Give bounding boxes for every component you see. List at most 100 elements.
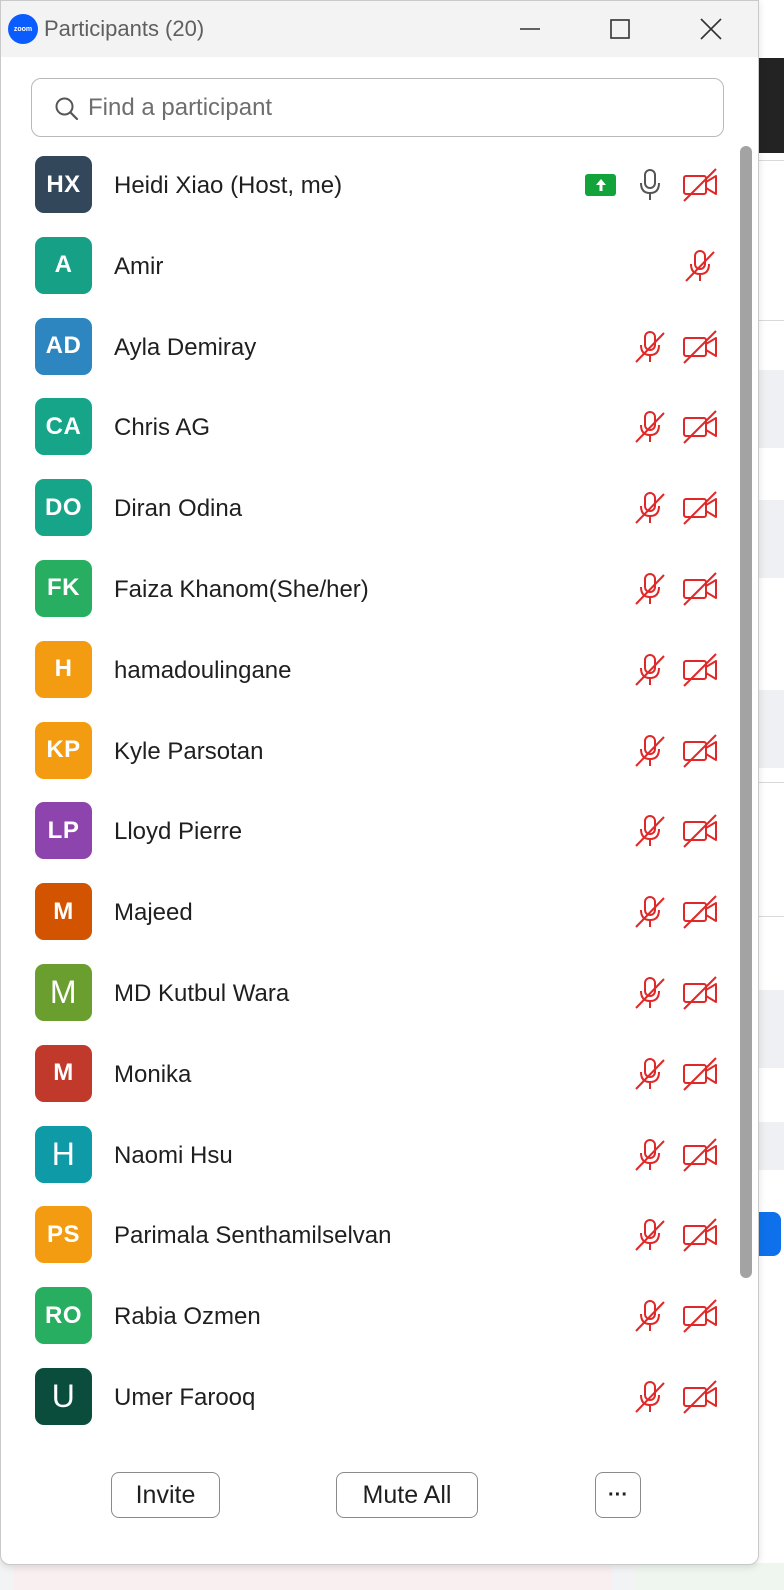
- maximize-button[interactable]: [600, 11, 640, 47]
- maximize-icon: [610, 19, 630, 39]
- participant-row[interactable]: H Naomi Hsu: [1, 1115, 736, 1196]
- microphone-icon[interactable]: [632, 167, 668, 203]
- microphone-muted-icon[interactable]: [632, 652, 668, 688]
- participant-status-icons: [632, 975, 718, 1011]
- participant-status-icons: [632, 894, 718, 930]
- video-off-icon: [682, 1217, 718, 1253]
- avatar: U: [35, 1367, 92, 1425]
- avatar: AD: [35, 317, 92, 375]
- background-band: [755, 690, 784, 768]
- participant-status-icons: [632, 1137, 718, 1173]
- background-dark-tab: [755, 58, 784, 153]
- participant-name: Lloyd Pierre: [114, 818, 243, 846]
- microphone-muted-icon[interactable]: [632, 1137, 668, 1173]
- microphone-muted-icon[interactable]: [632, 975, 668, 1011]
- search-input[interactable]: [86, 89, 690, 127]
- participant-row[interactable]: PS Parimala Senthamilselvan: [1, 1195, 736, 1276]
- search-icon: [55, 97, 79, 121]
- close-button[interactable]: [691, 11, 731, 47]
- background-band: [755, 370, 784, 448]
- microphone-muted-icon[interactable]: [632, 1298, 668, 1334]
- participant-row[interactable]: M Monika: [1, 1034, 736, 1115]
- participant-name: Umer Farooq: [114, 1383, 256, 1411]
- microphone-muted-icon[interactable]: [682, 248, 718, 284]
- video-off-icon: [682, 409, 718, 445]
- minimize-button[interactable]: [510, 11, 550, 47]
- participant-row[interactable]: LP Lloyd Pierre: [1, 791, 736, 872]
- video-off-icon: [682, 1298, 718, 1334]
- microphone-muted-icon[interactable]: [632, 894, 668, 930]
- participant-row[interactable]: KP Kyle Parsotan: [1, 711, 736, 792]
- avatar: CA: [35, 398, 92, 456]
- mute-all-button[interactable]: Mute All: [336, 1472, 478, 1518]
- participant-row[interactable]: CA Chris AG: [1, 387, 736, 468]
- video-off-icon: [682, 167, 718, 203]
- microphone-muted-icon[interactable]: [632, 490, 668, 526]
- avatar: M: [35, 883, 92, 941]
- background-band: [755, 1122, 784, 1170]
- participant-row[interactable]: HX Heidi Xiao (Host, me): [1, 145, 736, 226]
- participant-status-icons: [632, 733, 718, 769]
- microphone-muted-icon[interactable]: [632, 329, 668, 365]
- participant-status-icons: [632, 652, 718, 688]
- participant-name: Kyle Parsotan: [114, 737, 264, 765]
- participant-status-icons: [682, 248, 718, 284]
- participant-name: Faiza Khanom(She/her): [114, 575, 369, 603]
- microphone-muted-icon[interactable]: [632, 409, 668, 445]
- avatar: M: [35, 1044, 92, 1102]
- participant-row[interactable]: M Majeed: [1, 872, 736, 953]
- invite-button[interactable]: Invite: [111, 1472, 220, 1518]
- participant-row[interactable]: FK Faiza Khanom(She/her): [1, 549, 736, 630]
- zoom-logo-icon: zoom: [8, 14, 38, 44]
- participant-status-icons: [632, 409, 718, 445]
- participant-row[interactable]: AD Ayla Demiray: [1, 307, 736, 388]
- screen-share-icon: [585, 174, 616, 196]
- video-off-icon: [682, 490, 718, 526]
- microphone-muted-icon[interactable]: [632, 1056, 668, 1092]
- microphone-muted-icon[interactable]: [632, 1379, 668, 1415]
- microphone-muted-icon[interactable]: [632, 571, 668, 607]
- participant-status-icons: [632, 490, 718, 526]
- microphone-muted-icon[interactable]: [632, 813, 668, 849]
- participant-status-icons: [632, 1379, 718, 1415]
- video-off-icon: [682, 329, 718, 365]
- microphone-muted-icon[interactable]: [632, 1217, 668, 1253]
- participant-name: Ayla Demiray: [114, 333, 257, 361]
- participant-name: MD Kutbul Wara: [114, 979, 290, 1007]
- background-rule: [755, 782, 784, 783]
- more-options-button[interactable]: ···: [595, 1472, 641, 1518]
- participants-window: zoom Participants (20) HX Heidi Xiao (Hos…: [0, 0, 759, 1565]
- video-off-icon: [682, 652, 718, 688]
- participant-name: Rabia Ozmen: [114, 1303, 261, 1331]
- video-off-icon: [682, 733, 718, 769]
- background-app: [755, 0, 784, 1590]
- participant-status-icons: [632, 329, 718, 365]
- participant-name: Parimala Senthamilselvan: [114, 1222, 392, 1250]
- participant-row[interactable]: U Umer Farooq: [1, 1357, 736, 1438]
- avatar: FK: [35, 559, 92, 617]
- participant-name: Amir: [114, 252, 164, 280]
- participant-row[interactable]: DO Diran Odina: [1, 468, 736, 549]
- search-box[interactable]: [31, 78, 724, 137]
- video-off-icon: [682, 813, 718, 849]
- video-off-icon: [682, 975, 718, 1011]
- participant-row[interactable]: Hhamadoulingane: [1, 630, 736, 711]
- video-off-icon: [682, 1379, 718, 1415]
- avatar: A: [35, 236, 92, 294]
- avatar: H: [35, 640, 92, 698]
- scrollbar-thumb[interactable]: [740, 146, 752, 1278]
- participant-row[interactable]: M MD Kutbul Wara: [1, 953, 736, 1034]
- video-off-icon: [682, 894, 718, 930]
- microphone-muted-icon[interactable]: [632, 733, 668, 769]
- participant-name: Diran Odina: [114, 495, 243, 523]
- participant-list[interactable]: HX Heidi Xiao (Host, me) A Amir AD Ayla Demir…: [1, 145, 736, 1441]
- background-strip: [14, 1563, 612, 1590]
- avatar: HX: [35, 156, 92, 213]
- title-bar[interactable]: zoom Participants (20): [1, 1, 758, 57]
- participant-row[interactable]: RO Rabia Ozmen: [1, 1276, 736, 1357]
- background-rule: [755, 160, 784, 161]
- video-off-icon: [682, 571, 718, 607]
- participant-row[interactable]: A Amir: [1, 226, 736, 307]
- background-strip: [636, 1563, 784, 1590]
- participant-name: Monika: [114, 1060, 192, 1088]
